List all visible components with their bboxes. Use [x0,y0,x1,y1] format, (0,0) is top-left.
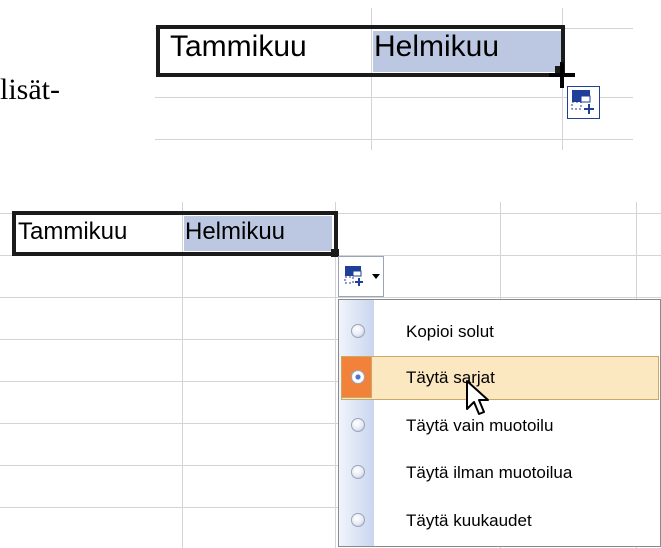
menu-item-fill-series[interactable]: Täytä sarjat [339,354,660,402]
auto-fill-options-menu: Kopioi solut Täytä sarjat Täytä vain muo… [338,299,661,547]
radio-icon [351,324,365,338]
selection-border [12,211,338,256]
radio-icon [351,465,365,479]
auto-fill-options-icon [344,266,363,286]
plus-cursor-icon [549,62,575,88]
radio-icon [351,418,365,432]
dropdown-arrow-icon [372,274,380,279]
menu-item-copy-cells[interactable]: Kopioi solut [339,308,660,356]
radio-selected-icon [351,370,365,384]
menu-item-fill-formatting-only[interactable]: Täytä vain muotoilu [339,402,660,450]
radio-icon [351,513,365,527]
top-spreadsheet: Tammikuu Helmikuu [155,8,633,150]
mouse-pointer-icon [466,380,489,415]
menu-item-fill-months[interactable]: Täytä kuukaudet [339,497,660,545]
auto-fill-options-button[interactable] [338,256,384,297]
auto-fill-options-icon[interactable] [567,86,600,119]
selection-border [156,25,565,77]
menu-item-fill-without-formatting[interactable]: Täytä ilman muotoilua [339,449,660,497]
instruction-text: lisät- [0,73,60,106]
